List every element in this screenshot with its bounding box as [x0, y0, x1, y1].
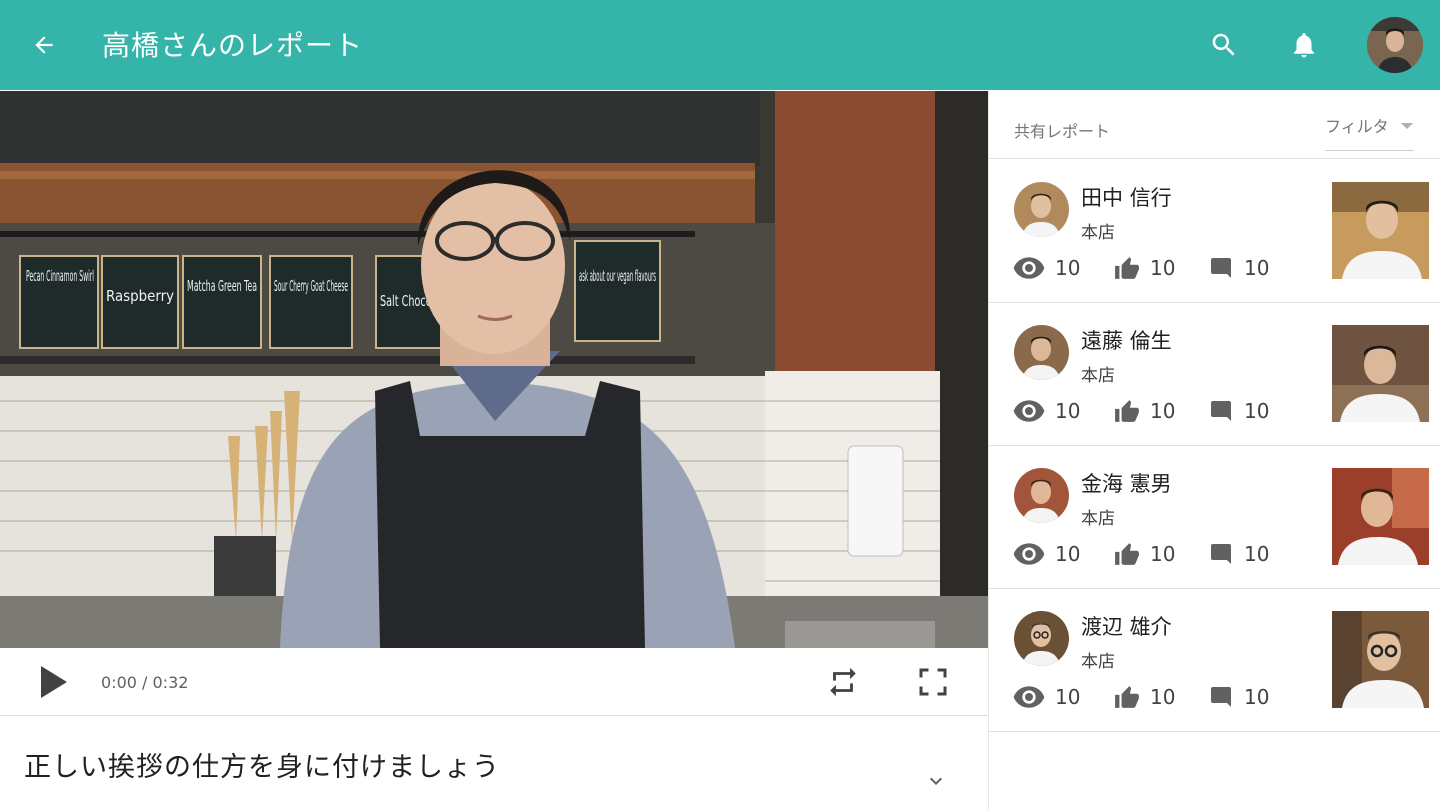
user-avatar-image	[1367, 17, 1423, 73]
thumb-up-icon	[1115, 686, 1139, 708]
arrow-back-icon	[35, 36, 53, 54]
reporter-avatar	[1014, 182, 1069, 237]
filter-dropdown[interactable]: フィルタ	[1325, 111, 1414, 151]
reporter-name: 遠藤 倫生	[1081, 329, 1172, 353]
likes-stat: 10	[1114, 255, 1175, 281]
search-icon	[1212, 33, 1235, 56]
reporter-store: 本店	[1081, 223, 1115, 243]
comments-count: 10	[1244, 542, 1270, 566]
comments-stat: 10	[1210, 684, 1269, 710]
app-bar: 高橋さんのレポート	[0, 0, 1440, 90]
user-avatar[interactable]	[1367, 17, 1423, 73]
likes-stat: 10	[1114, 398, 1175, 424]
comment-icon	[1211, 544, 1231, 564]
eye-icon	[1013, 543, 1045, 565]
likes-count: 10	[1150, 542, 1176, 566]
views-count: 10	[1055, 542, 1081, 566]
chevron-down-icon	[930, 777, 942, 785]
report-item[interactable]: 渡辺 雄介 本店 10 10 10	[989, 589, 1440, 732]
likes-count: 10	[1150, 256, 1176, 280]
reporter-avatar	[1014, 468, 1069, 523]
comments-stat: 10	[1210, 541, 1269, 567]
comments-count: 10	[1244, 399, 1270, 423]
comments-count: 10	[1244, 256, 1270, 280]
dropdown-arrow-icon	[1401, 123, 1413, 129]
video-player[interactable]: Pecan Cinnamon Swirl Raspberry Matcha Gr…	[0, 91, 988, 648]
panel-header: 共有レポート フィルタ	[989, 91, 1440, 159]
expand-button[interactable]	[920, 765, 952, 797]
views-count: 10	[1055, 256, 1081, 280]
notifications-button[interactable]	[1284, 25, 1324, 65]
reporter-store: 本店	[1081, 366, 1115, 386]
reporter-avatar	[1014, 325, 1069, 380]
menu-sign-1: Pecan Cinnamon Swirl	[26, 267, 94, 285]
fullscreen-icon	[919, 668, 947, 696]
repeat-icon	[830, 667, 856, 697]
comments-stat: 10	[1210, 398, 1269, 424]
bell-icon	[1294, 33, 1314, 58]
video-title: 正しい挨拶の仕方を身に付けましょう	[24, 752, 500, 783]
thumb-up-icon	[1115, 257, 1139, 279]
comment-icon	[1211, 687, 1231, 707]
report-item[interactable]: 遠藤 倫生 本店 10 10 10	[989, 303, 1440, 446]
thumb-up-icon	[1115, 400, 1139, 422]
reporter-name: 田中 信行	[1081, 186, 1172, 210]
fullscreen-button[interactable]	[912, 662, 954, 702]
filter-label: フィルタ	[1325, 117, 1389, 136]
report-thumbnail	[1332, 468, 1429, 565]
views-count: 10	[1055, 399, 1081, 423]
reporter-name: 金海 憲男	[1081, 472, 1172, 496]
eye-icon	[1013, 400, 1045, 422]
views-stat: 10	[1013, 541, 1080, 567]
menu-sign-3: Matcha Green Tea	[187, 277, 257, 295]
back-button[interactable]	[24, 25, 64, 65]
comments-stat: 10	[1210, 255, 1269, 281]
report-item[interactable]: 田中 信行 本店 10 10 10	[989, 160, 1440, 303]
reporter-store: 本店	[1081, 652, 1115, 672]
likes-stat: 10	[1114, 684, 1175, 710]
panel-label: 共有レポート	[1014, 122, 1111, 141]
page-title: 高橋さんのレポート	[102, 29, 364, 62]
comment-icon	[1211, 258, 1231, 278]
eye-icon	[1013, 257, 1045, 279]
menu-sign-6: ask about our vegan flavours	[579, 267, 656, 285]
loop-button[interactable]	[822, 662, 864, 702]
video-description: 正しい挨拶の仕方を身に付けましょう	[0, 717, 988, 810]
report-thumbnail	[1332, 611, 1429, 708]
likes-count: 10	[1150, 685, 1176, 709]
time-display: 0:00 / 0:32	[101, 673, 189, 692]
reporter-name: 渡辺 雄介	[1081, 615, 1172, 639]
play-icon	[41, 666, 67, 698]
views-count: 10	[1055, 685, 1081, 709]
reporter-store: 本店	[1081, 509, 1115, 529]
video-controls: 0:00 / 0:32	[0, 648, 988, 716]
likes-stat: 10	[1114, 541, 1175, 567]
menu-sign-2: Raspberry	[106, 287, 174, 305]
reporter-avatar	[1014, 611, 1069, 666]
play-button[interactable]	[34, 662, 74, 702]
report-item[interactable]: 金海 憲男 本店 10 10 10	[989, 446, 1440, 589]
report-thumbnail	[1332, 182, 1429, 279]
menu-sign-4: Sour Cherry Goat Cheese	[274, 277, 348, 295]
video-frame: Pecan Cinnamon Swirl Raspberry Matcha Gr…	[0, 91, 988, 648]
report-thumbnail	[1332, 325, 1429, 422]
views-stat: 10	[1013, 684, 1080, 710]
views-stat: 10	[1013, 398, 1080, 424]
shared-reports-panel: 共有レポート フィルタ 田中 信行 本店 10 10 10 遠藤 倫生 本店 1…	[988, 91, 1440, 810]
comments-count: 10	[1244, 685, 1270, 709]
thumb-up-icon	[1115, 543, 1139, 565]
views-stat: 10	[1013, 255, 1080, 281]
eye-icon	[1013, 686, 1045, 708]
search-button[interactable]	[1204, 25, 1244, 65]
likes-count: 10	[1150, 399, 1176, 423]
comment-icon	[1211, 401, 1231, 421]
